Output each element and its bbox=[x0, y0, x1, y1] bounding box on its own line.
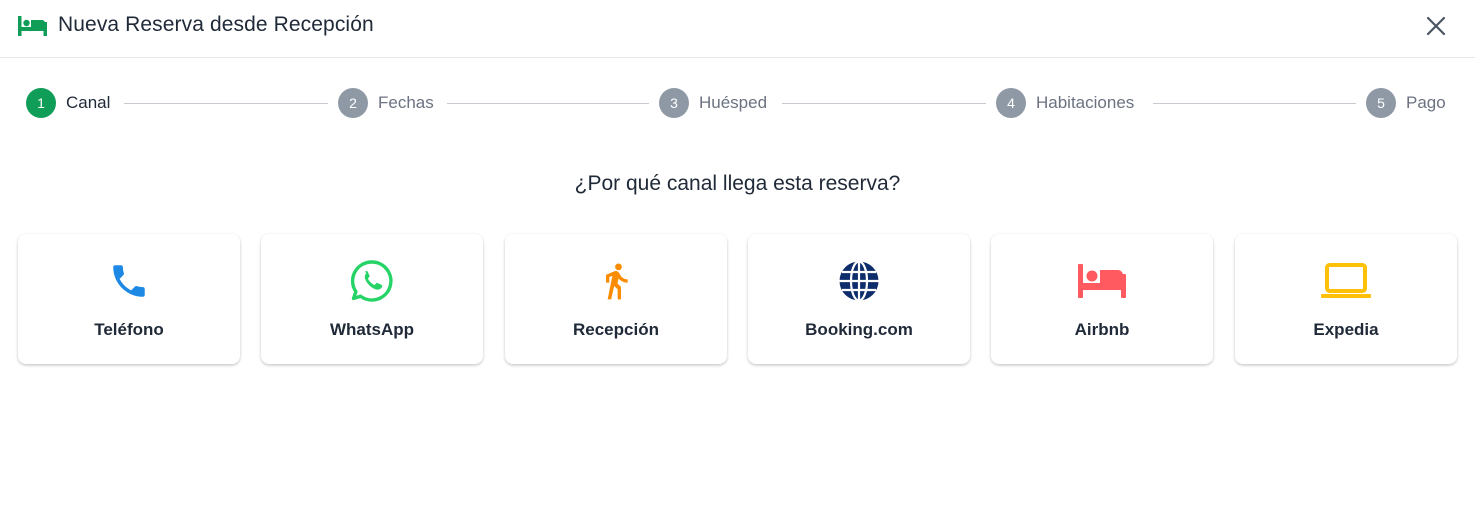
channel-label: Booking.com bbox=[805, 320, 913, 339]
dialog-header: Nueva Reserva desde Recepción bbox=[0, 0, 1475, 58]
step-number: 5 bbox=[1366, 88, 1396, 118]
step-label: Fechas bbox=[378, 93, 434, 112]
walking-person-icon bbox=[606, 263, 628, 300]
bed-icon bbox=[1078, 264, 1126, 298]
channel-card-expedia[interactable]: Expedia bbox=[1235, 234, 1457, 364]
bed-icon bbox=[18, 16, 47, 36]
step-number: 2 bbox=[338, 88, 368, 118]
close-button[interactable] bbox=[1422, 12, 1450, 40]
step-number: 3 bbox=[659, 88, 689, 118]
channel-card-booking[interactable]: Booking.com bbox=[748, 234, 970, 364]
step-canal[interactable]: 1 Canal bbox=[26, 88, 110, 118]
channel-card-whatsapp[interactable]: WhatsApp bbox=[261, 234, 483, 364]
phone-icon bbox=[113, 265, 145, 297]
channel-label: Recepción bbox=[573, 320, 659, 339]
step-pago[interactable]: 5 Pago bbox=[1366, 88, 1446, 118]
step-number: 1 bbox=[26, 88, 56, 118]
dialog-title: Nueva Reserva desde Recepción bbox=[58, 13, 374, 36]
step-connector bbox=[447, 103, 649, 104]
channel-question: ¿Por qué canal llega esta reserva? bbox=[574, 172, 901, 195]
step-label: Huésped bbox=[699, 93, 768, 112]
channel-card-airbnb[interactable]: Airbnb bbox=[991, 234, 1213, 364]
channel-card-telefono[interactable]: Teléfono bbox=[18, 234, 240, 364]
step-label: Canal bbox=[66, 93, 111, 112]
channel-label: Airbnb bbox=[1074, 320, 1130, 339]
step-number: 4 bbox=[996, 88, 1026, 118]
channel-label: Teléfono bbox=[94, 320, 164, 339]
step-habitaciones[interactable]: 4 Habitaciones bbox=[996, 88, 1134, 118]
close-icon bbox=[1426, 16, 1446, 36]
laptop-icon bbox=[1321, 263, 1371, 298]
channel-card-recepcion[interactable]: Recepción bbox=[505, 234, 727, 364]
step-huesped[interactable]: 3 Huésped bbox=[659, 88, 767, 118]
reservation-stepper: 1 Canal 2 Fechas 3 Huésped 4 Habitacione… bbox=[0, 88, 1475, 120]
channel-label: Expedia bbox=[1313, 320, 1379, 339]
step-label: Pago bbox=[1406, 93, 1446, 112]
step-connector bbox=[782, 103, 986, 104]
whatsapp-icon bbox=[350, 260, 393, 302]
step-connector bbox=[124, 103, 328, 104]
step-connector bbox=[1153, 103, 1356, 104]
step-fechas[interactable]: 2 Fechas bbox=[338, 88, 434, 118]
globe-icon bbox=[839, 260, 879, 302]
new-reservation-dialog: Nueva Reserva desde Recepción 1 Canal 2 … bbox=[0, 0, 1475, 521]
channel-label: WhatsApp bbox=[329, 320, 415, 339]
step-label: Habitaciones bbox=[1036, 93, 1135, 112]
